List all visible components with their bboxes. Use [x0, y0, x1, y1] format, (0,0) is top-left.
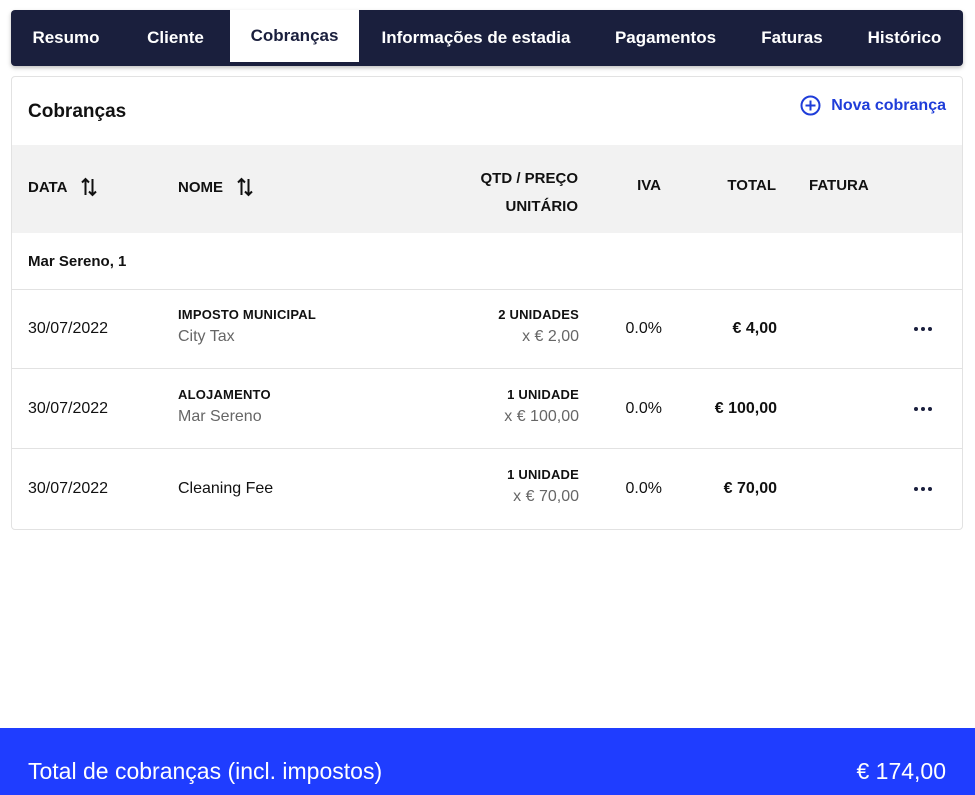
row-name: Cleaning Fee	[178, 480, 274, 497]
footer-total-label: Total de cobranças (incl. impostos)	[28, 758, 383, 784]
new-charge-button[interactable]: Nova cobrança	[800, 95, 946, 116]
column-header-total: TOTAL	[692, 177, 776, 194]
row-name-main: ALOJAMENTO	[178, 387, 271, 402]
row-unit-price: x € 70,00	[513, 488, 579, 505]
new-charge-label: Nova cobrança	[831, 96, 946, 114]
column-header-invoice-label: FATURA	[809, 177, 869, 194]
row-qty-units: 1 UNIDADE	[507, 467, 579, 482]
row-vat: 0.0%	[625, 320, 662, 337]
tab-resumo[interactable]: Resumo	[11, 10, 121, 66]
tab-cobrancas[interactable]: Cobranças	[230, 10, 359, 62]
tab-faturas[interactable]: Faturas	[738, 10, 846, 66]
row-total: € 100,00	[714, 400, 777, 417]
row-qty: 1 UNIDADE x € 100,00	[432, 387, 579, 426]
column-header-vat: IVA	[612, 177, 661, 194]
footer-total-value: € 174,00	[856, 758, 946, 784]
row-qty-units: 2 UNIDADES	[498, 307, 579, 322]
more-options-button[interactable]	[911, 319, 935, 339]
tab-historico[interactable]: Histórico	[846, 10, 963, 66]
charges-card: Cobranças Nova cobrança DATA NOME QTD / …	[11, 76, 963, 530]
row-qty-units: 1 UNIDADE	[507, 387, 579, 402]
row-vat: 0.0%	[625, 400, 662, 417]
table-row: 30/07/2022 ALOJAMENTO Mar Sereno 1 UNIDA…	[12, 369, 962, 449]
row-date: 30/07/2022	[28, 320, 109, 337]
more-horizontal-icon	[914, 407, 932, 411]
column-header-qty-line2: UNITÁRIO	[505, 198, 579, 215]
row-total: € 4,00	[732, 320, 777, 337]
row-name: ALOJAMENTO Mar Sereno	[178, 387, 271, 426]
row-unit-price: x € 2,00	[522, 328, 579, 345]
charges-total-footer: Total de cobranças (incl. impostos) € 17…	[0, 728, 975, 795]
plus-circle-icon	[800, 95, 821, 116]
row-total: € 70,00	[723, 480, 777, 497]
sort-arrows-icon[interactable]	[237, 177, 253, 197]
column-header-invoice: FATURA	[809, 177, 869, 194]
column-header-qty-line1: QTD / PREÇO	[480, 170, 578, 187]
column-header-date-label: DATA	[28, 178, 68, 196]
row-unit-price: x € 100,00	[504, 408, 579, 425]
row-name-sub: City Tax	[178, 328, 235, 345]
group-row: Mar Sereno, 1	[12, 233, 962, 290]
tab-bar: Resumo Cliente Cobranças Informações de …	[11, 10, 963, 66]
column-header-name: NOME	[178, 177, 253, 197]
row-name-sub: Mar Sereno	[178, 408, 262, 425]
group-label: Mar Sereno, 1	[28, 253, 127, 270]
row-date: 30/07/2022	[28, 400, 109, 417]
column-header-name-label: NOME	[178, 178, 223, 196]
column-header-date: DATA	[28, 177, 98, 197]
table-row: 30/07/2022 IMPOSTO MUNICIPAL City Tax 2 …	[12, 289, 962, 369]
sort-arrows-icon[interactable]	[81, 177, 98, 197]
tab-informacoes-estadia[interactable]: Informações de estadia	[359, 10, 593, 66]
row-vat: 0.0%	[625, 480, 662, 497]
more-horizontal-icon	[914, 487, 932, 491]
column-header-qty: QTD / PREÇO UNITÁRIO	[432, 165, 578, 221]
table-row: 30/07/2022 Cleaning Fee 1 UNIDADE x € 70…	[12, 449, 962, 528]
card-title: Cobranças	[28, 101, 127, 122]
row-name: IMPOSTO MUNICIPAL City Tax	[178, 307, 316, 346]
row-qty: 1 UNIDADE x € 70,00	[432, 467, 579, 506]
tab-pagamentos[interactable]: Pagamentos	[593, 10, 738, 66]
tab-cliente[interactable]: Cliente	[121, 10, 230, 66]
table-header: DATA NOME QTD / PREÇO UNITÁRIO IVA TOTAL…	[12, 145, 962, 233]
row-qty: 2 UNIDADES x € 2,00	[432, 307, 579, 346]
column-header-total-label: TOTAL	[727, 177, 776, 194]
more-horizontal-icon	[914, 327, 932, 331]
column-header-vat-label: IVA	[637, 177, 661, 194]
row-name-main: IMPOSTO MUNICIPAL	[178, 307, 316, 322]
row-date: 30/07/2022	[28, 480, 109, 497]
more-options-button[interactable]	[911, 399, 935, 419]
more-options-button[interactable]	[911, 479, 935, 499]
